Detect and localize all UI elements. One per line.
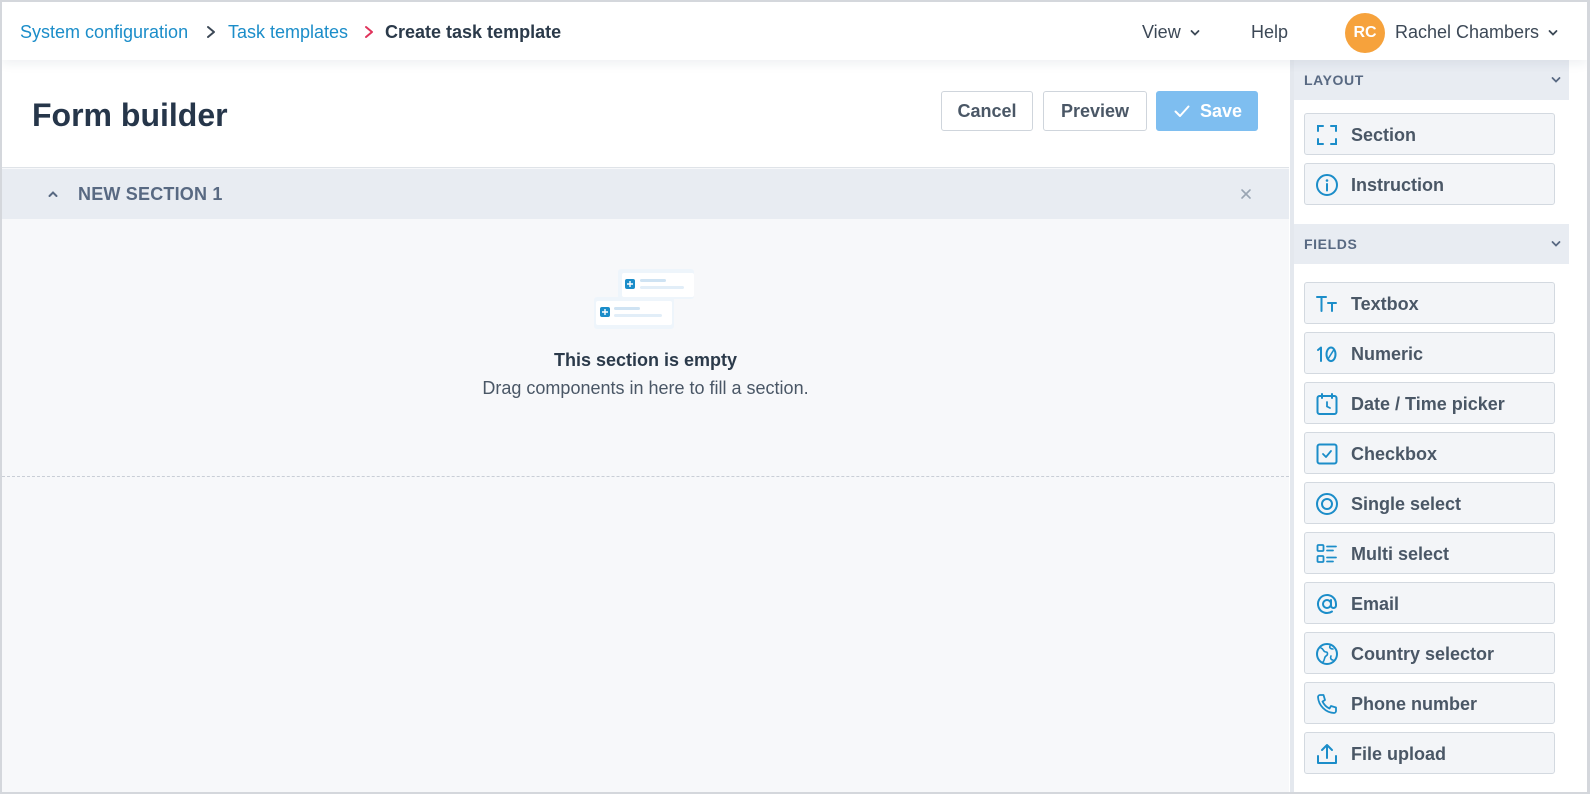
component-file-upload[interactable]: File upload [1304, 732, 1555, 774]
preview-button[interactable]: Preview [1043, 91, 1147, 131]
component-label: Email [1351, 594, 1400, 614]
at-icon [1317, 594, 1337, 614]
section-dropzone[interactable]: This section is empty Drag components in… [2, 219, 1289, 477]
chevron-down-icon [1551, 77, 1561, 83]
component-textbox[interactable]: Textbox [1304, 282, 1555, 324]
user-name: Rachel Chambers [1395, 21, 1558, 43]
breadcrumb-current: Create task template [385, 22, 562, 42]
empty-section-title: This section is empty [553, 350, 738, 370]
text-icon [1316, 296, 1337, 312]
empty-section-description: Drag components in here to fill a sectio… [482, 378, 809, 398]
view-menu-label: View [1142, 22, 1181, 42]
component-label: Checkbox [1351, 444, 1438, 464]
component-phone-number[interactable]: Phone number [1304, 682, 1555, 724]
checkbox-icon [1316, 443, 1338, 465]
close-icon[interactable] [1240, 188, 1252, 200]
numeric-icon [1317, 346, 1337, 363]
radio-icon [1316, 493, 1338, 515]
component-label: Single select [1351, 494, 1462, 514]
component-section[interactable]: Section [1304, 113, 1555, 155]
chevron-down-icon [1548, 30, 1558, 37]
components-sidebar: LAYOUT Section Instruction FIELDS Textbo… [1290, 60, 1569, 792]
component-country-selector[interactable]: Country selector [1304, 632, 1555, 674]
list-icon [1316, 544, 1337, 563]
page-header: Form builder Cancel Preview Save [2, 60, 1289, 168]
form-builder-main: Form builder Cancel Preview Save NEW SEC… [2, 60, 1289, 792]
app-window: System configuration Task templates Crea… [0, 0, 1590, 794]
component-checkbox[interactable]: Checkbox [1304, 432, 1555, 474]
layout-heading: LAYOUT [1304, 72, 1364, 88]
help-link[interactable]: Help [1251, 21, 1288, 43]
component-multi-select[interactable]: Multi select [1304, 532, 1555, 574]
breadcrumb-task-templates[interactable]: Task templates [228, 21, 348, 43]
component-label: Country selector [1351, 644, 1495, 664]
chevron-up-icon[interactable] [47, 189, 59, 199]
component-label: Phone number [1351, 694, 1478, 714]
component-label: File upload [1351, 744, 1447, 764]
save-button-label: Save [1200, 101, 1243, 121]
top-bar: System configuration Task templates Crea… [2, 2, 1587, 60]
component-instruction[interactable]: Instruction [1304, 163, 1555, 205]
component-numeric[interactable]: Numeric [1304, 332, 1555, 374]
page-title: Form builder [32, 97, 228, 133]
chevron-right-icon [365, 26, 373, 38]
phone-icon [1317, 694, 1337, 714]
chevron-right-icon [207, 26, 215, 38]
calendar-clock-icon [1316, 393, 1338, 415]
layout-panel-header[interactable]: LAYOUT [1294, 60, 1569, 100]
component-label: Numeric [1351, 344, 1424, 364]
section-icon [1317, 125, 1337, 145]
component-label: Date / Time picker [1351, 394, 1505, 414]
chevron-down-icon [1190, 30, 1200, 37]
component-label: Textbox [1351, 294, 1419, 314]
save-button[interactable]: Save [1156, 91, 1258, 131]
upload-icon [1317, 744, 1337, 764]
empty-section-illustration [594, 269, 694, 329]
section-header: NEW SECTION 1 [2, 169, 1289, 219]
view-menu[interactable]: View [1142, 21, 1200, 43]
chevron-down-icon [1551, 241, 1561, 247]
fields-heading: FIELDS [1304, 236, 1358, 252]
component-label: Section [1351, 125, 1417, 145]
component-label: Multi select [1351, 544, 1450, 564]
globe-icon [1316, 643, 1338, 665]
component-date-time-picker[interactable]: Date / Time picker [1304, 382, 1555, 424]
user-name-label: Rachel Chambers [1395, 22, 1540, 42]
component-label: Instruction [1351, 175, 1444, 195]
cancel-button[interactable]: Cancel [941, 91, 1033, 131]
breadcrumb-system-configuration[interactable]: System configuration [20, 21, 188, 43]
component-email[interactable]: Email [1304, 582, 1555, 624]
avatar: RC [1345, 13, 1385, 53]
section-title: NEW SECTION 1 [78, 184, 223, 204]
component-single-select[interactable]: Single select [1304, 482, 1555, 524]
info-icon [1316, 174, 1338, 196]
fields-panel-header[interactable]: FIELDS [1294, 224, 1569, 264]
check-icon [1174, 105, 1190, 117]
